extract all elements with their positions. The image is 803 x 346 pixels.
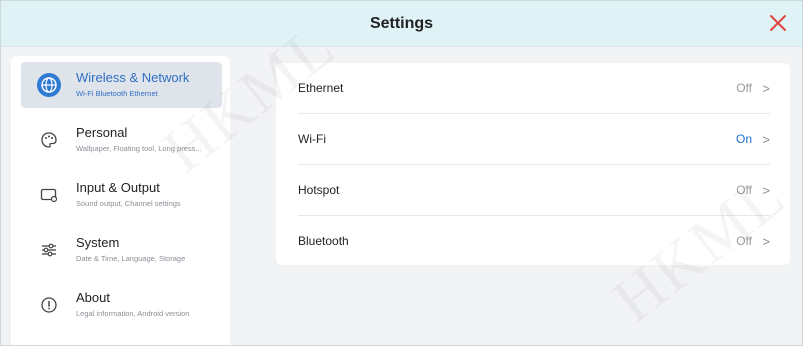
setting-label: Ethernet: [298, 81, 344, 95]
sidebar-item-about[interactable]: About Legal information, Android version: [21, 282, 222, 328]
close-icon: [768, 13, 788, 33]
chevron-right-icon: >: [762, 234, 770, 249]
sidebar: Wireless & Network Wi-Fi Bluetooth Ether…: [11, 56, 230, 345]
close-button[interactable]: [768, 13, 788, 33]
sidebar-item-subtitle: Date & Time, Language, Storage: [76, 254, 186, 263]
setting-label: Bluetooth: [298, 234, 349, 248]
sidebar-item-label: Personal: [76, 125, 128, 140]
setting-row-wifi[interactable]: Wi-Fi On >: [276, 114, 790, 165]
sidebar-item-input-output[interactable]: Input & Output Sound output, Channel set…: [21, 172, 222, 218]
sidebar-item-subtitle: Wi-Fi Bluetooth Ethernet: [76, 89, 158, 98]
status-value: On: [735, 132, 752, 146]
chevron-right-icon: >: [762, 132, 770, 147]
network-settings-panel: Ethernet Off > Wi-Fi On > Hotspot Off > …: [276, 63, 790, 265]
sidebar-item-subtitle: Sound output, Channel settings: [76, 199, 181, 208]
sliders-icon: [37, 238, 61, 262]
sidebar-item-wireless-network[interactable]: Wireless & Network Wi-Fi Bluetooth Ether…: [21, 62, 222, 108]
palette-icon: [37, 128, 61, 152]
monitor-icon: [37, 183, 61, 207]
sidebar-item-system[interactable]: System Date & Time, Language, Storage: [21, 227, 222, 273]
info-icon: [37, 293, 61, 317]
status-value: Off: [736, 81, 752, 95]
chevron-right-icon: >: [762, 183, 770, 198]
setting-label: Wi-Fi: [298, 132, 326, 146]
sidebar-item-subtitle: Legal information, Android version: [76, 309, 190, 318]
setting-row-hotspot[interactable]: Hotspot Off >: [276, 165, 790, 216]
sidebar-item-label: Input & Output: [76, 180, 160, 195]
chevron-right-icon: >: [762, 81, 770, 96]
sidebar-item-label: System: [76, 235, 120, 250]
sidebar-item-label: Wireless & Network: [76, 70, 190, 85]
status-value: Off: [736, 234, 752, 248]
settings-window: Settings Wireless & Network Wi-Fi Blueto…: [0, 0, 803, 346]
setting-row-ethernet[interactable]: Ethernet Off >: [276, 63, 790, 114]
setting-label: Hotspot: [298, 183, 340, 197]
header-bar: Settings: [1, 1, 802, 47]
status-value: Off: [736, 183, 752, 197]
page-title: Settings: [369, 15, 434, 32]
sidebar-item-personal[interactable]: Personal Wallpaper, Floating tool, Long …: [21, 117, 222, 163]
sidebar-item-label: About: [76, 290, 110, 305]
globe-icon: [37, 73, 61, 97]
setting-row-bluetooth[interactable]: Bluetooth Off >: [276, 216, 790, 267]
sidebar-item-subtitle: Wallpaper, Floating tool, Long press...: [76, 144, 202, 153]
